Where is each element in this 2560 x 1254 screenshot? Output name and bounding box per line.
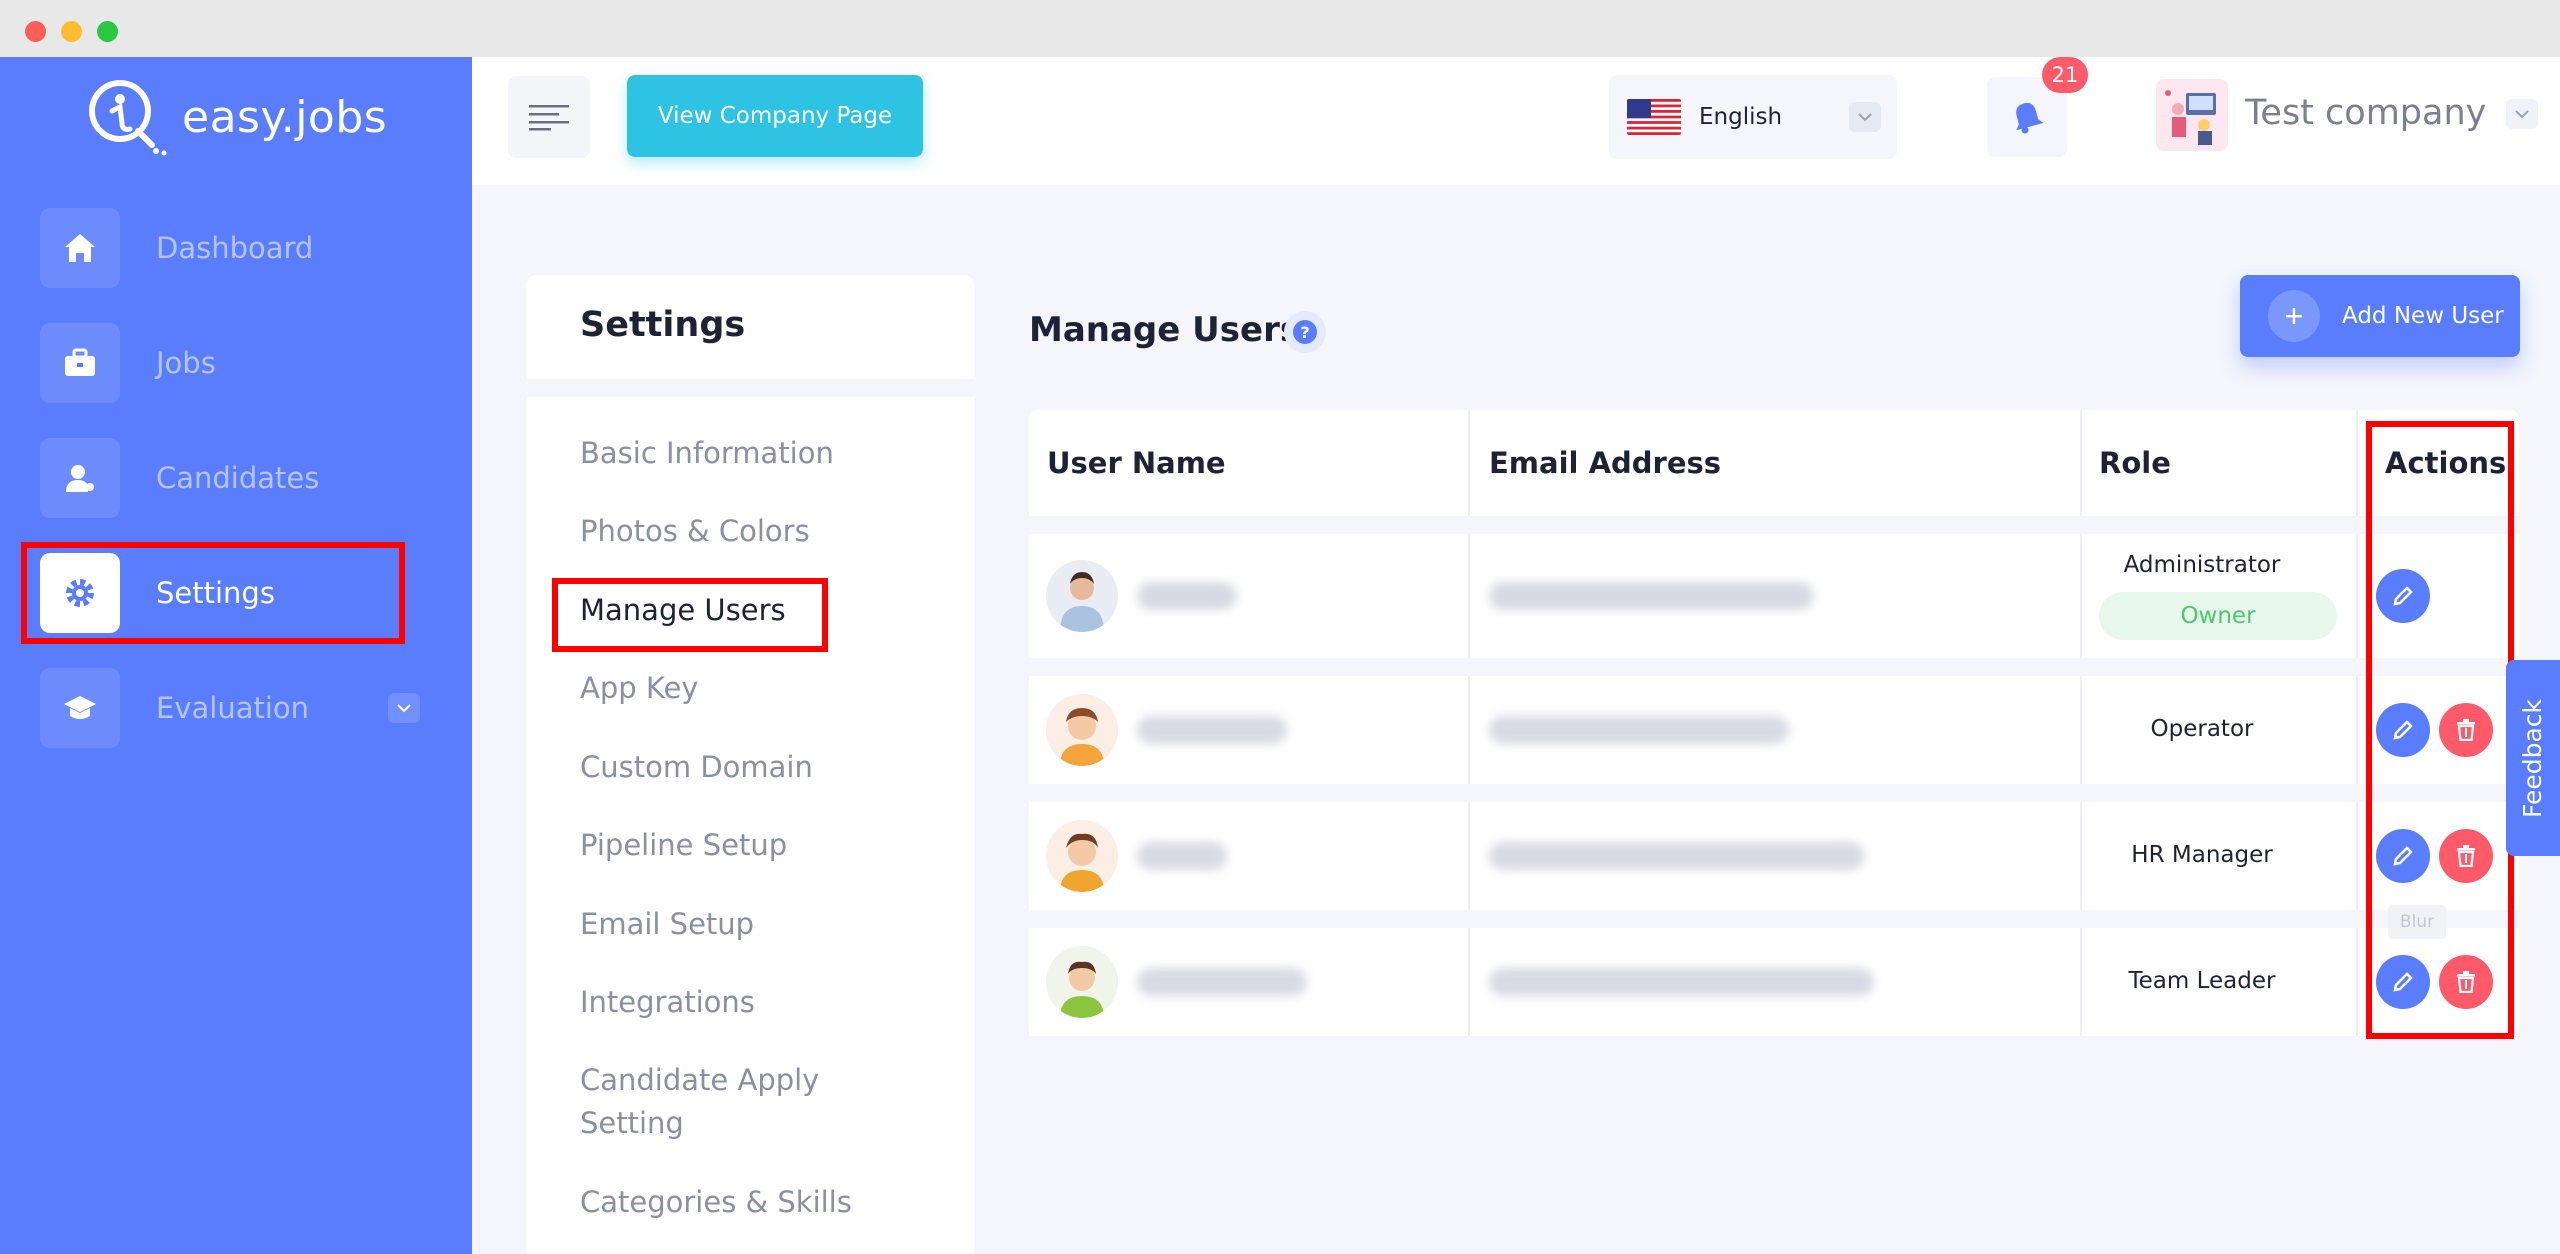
company-avatar[interactable] (2156, 79, 2228, 151)
table-row: Administrator Owner (1029, 534, 2519, 658)
home-icon (40, 208, 120, 288)
us-flag-icon (1627, 99, 1681, 135)
settings-title: Settings (580, 305, 746, 345)
highlight-settings-nav (21, 542, 405, 644)
sidebar-item-dashboard[interactable]: Dashboard (40, 208, 420, 288)
user-icon (40, 438, 120, 518)
settings-menu-photos-colors[interactable]: Photos & Colors (580, 510, 810, 553)
maximize-window-button[interactable] (97, 21, 118, 42)
table-row: Team Leader (1029, 928, 2519, 1036)
hamburger-icon (529, 105, 569, 131)
close-window-button[interactable] (25, 21, 46, 42)
minimize-window-button[interactable] (61, 21, 82, 42)
chevron-down-icon[interactable] (1849, 102, 1881, 132)
header-user-name: User Name (1047, 446, 1226, 480)
avatar (1046, 560, 1118, 632)
menu-toggle-button[interactable] (508, 76, 590, 158)
role-label: HR Manager (2131, 842, 2273, 868)
settings-menu-app-key[interactable]: App Key (580, 667, 698, 710)
plus-icon: + (2268, 290, 2320, 342)
settings-menu-email-setup[interactable]: Email Setup (580, 903, 754, 946)
header-role: Role (2099, 446, 2171, 480)
bell-icon (2016, 102, 2043, 134)
settings-menu: Basic Information Photos & Colors Manage… (526, 397, 974, 1254)
settings-menu-custom-domain[interactable]: Custom Domain (580, 746, 813, 789)
window-titlebar (0, 0, 2560, 57)
help-icon[interactable]: ? (1284, 311, 1326, 353)
feedback-tab[interactable]: Feedback (2506, 660, 2560, 856)
language-label: English (1699, 104, 1783, 130)
column-divider (1468, 928, 1470, 1036)
highlight-actions-column (2366, 421, 2514, 1039)
header-email-address: Email Address (1489, 446, 1722, 480)
column-divider (1468, 802, 1470, 910)
blurred-user-name (1137, 716, 1287, 744)
column-divider (1468, 410, 1470, 516)
settings-menu-integrations[interactable]: Integrations (580, 981, 755, 1024)
sidebar-item-label: Evaluation (156, 691, 310, 725)
settings-menu-candidate-apply-setting[interactable]: Candidate Apply Setting (580, 1059, 880, 1145)
avatar (1046, 694, 1118, 766)
column-divider (1468, 676, 1470, 784)
column-divider (2356, 802, 2358, 910)
feedback-label: Feedback (2518, 698, 2548, 818)
sidebar-item-evaluation[interactable]: Evaluation (40, 668, 420, 748)
notification-count-badge: 21 (2042, 57, 2088, 93)
avatar (1046, 946, 1118, 1018)
top-header: View Company Page English 21 Test compan… (472, 57, 2560, 185)
users-table-header: User Name Email Address Role Actions (1029, 410, 2519, 516)
avatar (1046, 820, 1118, 892)
blurred-email (1489, 968, 1874, 996)
sidebar-item-jobs[interactable]: Jobs (40, 323, 420, 403)
chevron-down-icon[interactable] (388, 693, 420, 723)
language-selector[interactable]: English (1609, 75, 1897, 159)
blurred-user-name (1137, 968, 1307, 996)
help-glyph: ? (1293, 320, 1317, 344)
view-company-page-button[interactable]: View Company Page (627, 75, 923, 157)
sidebar-item-label: Jobs (156, 346, 216, 380)
settings-menu-pipeline-setup[interactable]: Pipeline Setup (580, 824, 787, 867)
blurred-email (1489, 582, 1814, 610)
column-divider (1468, 534, 1470, 658)
column-divider (2356, 676, 2358, 784)
role-label: Team Leader (2128, 968, 2276, 994)
table-row: HR Manager (1029, 802, 2519, 910)
sidebar-item-label: Candidates (156, 461, 320, 495)
add-new-user-button[interactable]: + Add New User (2240, 275, 2520, 357)
sidebar-item-candidates[interactable]: Candidates (40, 438, 420, 518)
column-divider (2356, 410, 2358, 516)
app-name: easy.jobs (182, 91, 388, 143)
chevron-down-icon[interactable] (2506, 99, 2538, 129)
sidebar: easy.jobs Dashboard Jobs Candidates Sett… (0, 57, 472, 1254)
add-new-user-label: Add New User (2342, 303, 2504, 329)
page-title: Manage Users (1029, 310, 1301, 350)
table-row: Operator (1029, 676, 2519, 784)
logo-icon (89, 80, 167, 156)
graduation-cap-icon (40, 668, 120, 748)
column-divider (2356, 534, 2358, 658)
role-label: Administrator (2123, 552, 2281, 578)
blurred-email (1489, 842, 1864, 870)
blurred-user-name (1137, 582, 1237, 610)
settings-panel-header: Settings (526, 275, 974, 379)
highlight-manage-users-menu (552, 578, 828, 652)
owner-badge: Owner (2099, 592, 2337, 640)
column-divider (2080, 410, 2082, 516)
settings-menu-basic-information[interactable]: Basic Information (580, 432, 834, 475)
blurred-user-name (1137, 842, 1227, 870)
settings-menu-categories-skills[interactable]: Categories & Skills (580, 1181, 852, 1224)
column-divider (2356, 928, 2358, 1036)
role-label: Operator (2150, 716, 2254, 742)
briefcase-icon (40, 323, 120, 403)
sidebar-item-label: Dashboard (156, 231, 314, 265)
app-logo[interactable]: easy.jobs (82, 77, 387, 157)
company-name[interactable]: Test company (2245, 93, 2486, 133)
blurred-email (1489, 716, 1789, 744)
